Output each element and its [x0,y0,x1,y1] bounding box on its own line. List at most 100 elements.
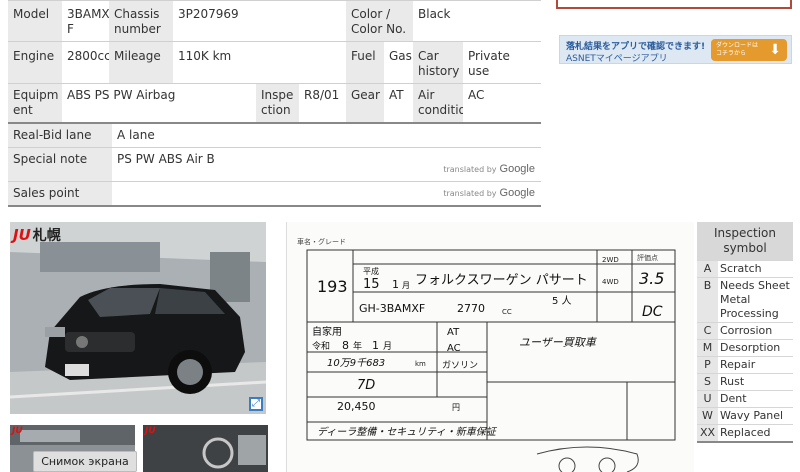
symbol-row: C Corrosion [697,322,793,340]
symbol-desc: Needs Sheet Metal Processing [718,277,793,323]
sheet-owner-note: ユーザー買取車 [519,336,598,349]
sheet-dealer-note: ディーラ整備・セキュリティ・新車保証 [317,426,498,438]
aircon-value: AC [463,83,542,123]
symbol-row: M Desorption [697,339,793,357]
app-banner[interactable]: 落札結果をアプリで確認できます! ASNETマイページアプリ ダウンロードは コ… [559,35,792,64]
translated-by-text: translated by [443,165,497,174]
symbol-desc: Dent [718,390,793,408]
symbol-code: S [697,373,718,391]
download-app-button[interactable]: ダウンロードは コチラから ⬇ [711,39,787,61]
symbol-desc: Corrosion [718,322,793,340]
thumbnail-2[interactable]: JU [143,425,268,472]
sheet-seats: 5 人 [552,295,572,307]
sales-point-cell: translated by Google [112,181,541,206]
color-value: Black [413,0,542,42]
sheet-score: 3.5 [639,269,664,288]
special-note-label: Special note [8,147,112,182]
thumbnail-logo: JU [12,426,23,436]
special-note-value: PS PW ABS Air B [117,152,215,166]
sheet-use: 自家用 [312,325,342,338]
inspection-label: Inspe ction [256,83,299,123]
model-label: Model [8,0,62,42]
engine-label: Engine [8,41,62,84]
symbol-row: S Rust [697,373,793,391]
color-label: Color / Color No. [346,0,414,42]
symbol-code: C [697,322,718,340]
logo-city: 札幌 [32,228,61,244]
symbol-row: B Needs Sheet Metal Processing [697,277,793,323]
sheet-aircon: AC [447,343,461,354]
car-image [10,222,266,414]
sheet-color-code: 7D [357,378,375,393]
auction-sheet-image[interactable]: 車名・グレード 評価点 193 平成 15 1 月 フォルクスワーゲン パサート… [286,222,694,472]
symbol-row: A Scratch [697,260,793,278]
expand-icon[interactable]: ⤢ [249,397,263,411]
mileage-label: Mileage [109,41,173,84]
history-value: Private use [463,41,542,84]
thumbnail-image [143,425,268,472]
google-translate-tag: translated by Google [443,186,535,201]
logo-brand: JU [13,226,31,244]
google-logo: Google [499,187,535,199]
sheet-displacement: 2770 [457,302,485,315]
sheet-fuel: ガソリン [442,360,478,371]
inspection-value: R8/01 [299,83,346,123]
sheet-year: 15 [363,277,380,292]
symbol-row: U Dent [697,390,793,408]
car-photo[interactable]: JU 札幌 ⤢ [10,222,266,414]
history-label: Car history [413,41,464,84]
sheet-price: 20,450 [337,400,376,413]
fuel-label: Fuel [346,41,384,84]
symbol-desc: Wavy Panel [718,407,793,425]
lane-label: Real-Bid lane [8,122,112,148]
engine-value: 2800cc [62,41,109,84]
aircon-label: Air conditioner [413,83,464,123]
sheet-insp-month: 1 [372,339,379,352]
symbol-code: B [697,277,718,323]
symbol-code: W [697,407,718,425]
sales-point-label: Sales point [8,181,112,206]
equipment-value: ABS PS PW Airbag [62,83,256,123]
sheet-month-unit-2: 月 [383,341,392,352]
sheet-month: 1 [392,278,399,291]
symbol-desc: Repair [718,356,793,374]
bid-panel-bottom [556,0,792,9]
sheet-shift: AT [447,327,460,338]
gear-value: AT [384,83,414,123]
download-icon: ⬇ [769,42,781,58]
symbol-code: A [697,260,718,278]
symbol-code: XX [697,424,718,442]
download-button-label: ダウンロードは コチラから [716,42,759,57]
chassis-value: 3P207969 [173,0,346,42]
symbol-row: W Wavy Panel [697,407,793,425]
model-value: 3BAMX F [62,0,109,42]
google-logo: Google [499,163,535,175]
sheet-lot-number: 193 [317,277,348,296]
sheet-model-code: GH-3BAMXF [359,302,425,315]
sheet-cc: CC [502,308,512,316]
bid-info-table: Real-Bid lane A lane Special note PS PW … [8,122,541,207]
ju-sapporo-logo: JU 札幌 [13,225,61,245]
inspection-symbol-table: Inspection symbol A Scratch B Needs Sheet … [697,222,793,443]
chassis-label: Chassis number [109,0,173,42]
sheet-reiwa: 令和 [312,340,330,352]
symbol-code: M [697,339,718,357]
screenshot-tooltip: Снимок экрана [33,451,137,472]
special-note-cell: PS PW ABS Air B translated by Google [112,147,541,182]
symbol-code: P [697,356,718,374]
lane-value: A lane [112,122,541,148]
translated-by-text: translated by [443,189,497,198]
sheet-score-sub: DC [642,304,663,320]
symbol-row: P Repair [697,356,793,374]
symbol-code: U [697,390,718,408]
sheet-4wd: 4WD [602,278,619,286]
sheet-price-unit: 円 [452,403,460,412]
thumbnail-logo: JU [145,426,156,436]
sheet-2wd: 2WD [602,256,619,264]
symbol-desc: Rust [718,373,793,391]
sheet-month-unit: 月 [402,281,410,290]
inspection-symbol-title: Inspection symbol [697,222,793,261]
equipment-label: Equipm ent [8,83,62,123]
sheet-header-grade: 車名・グレード [297,237,346,246]
banner-subtitle: ASNETマイページアプリ [566,54,668,64]
